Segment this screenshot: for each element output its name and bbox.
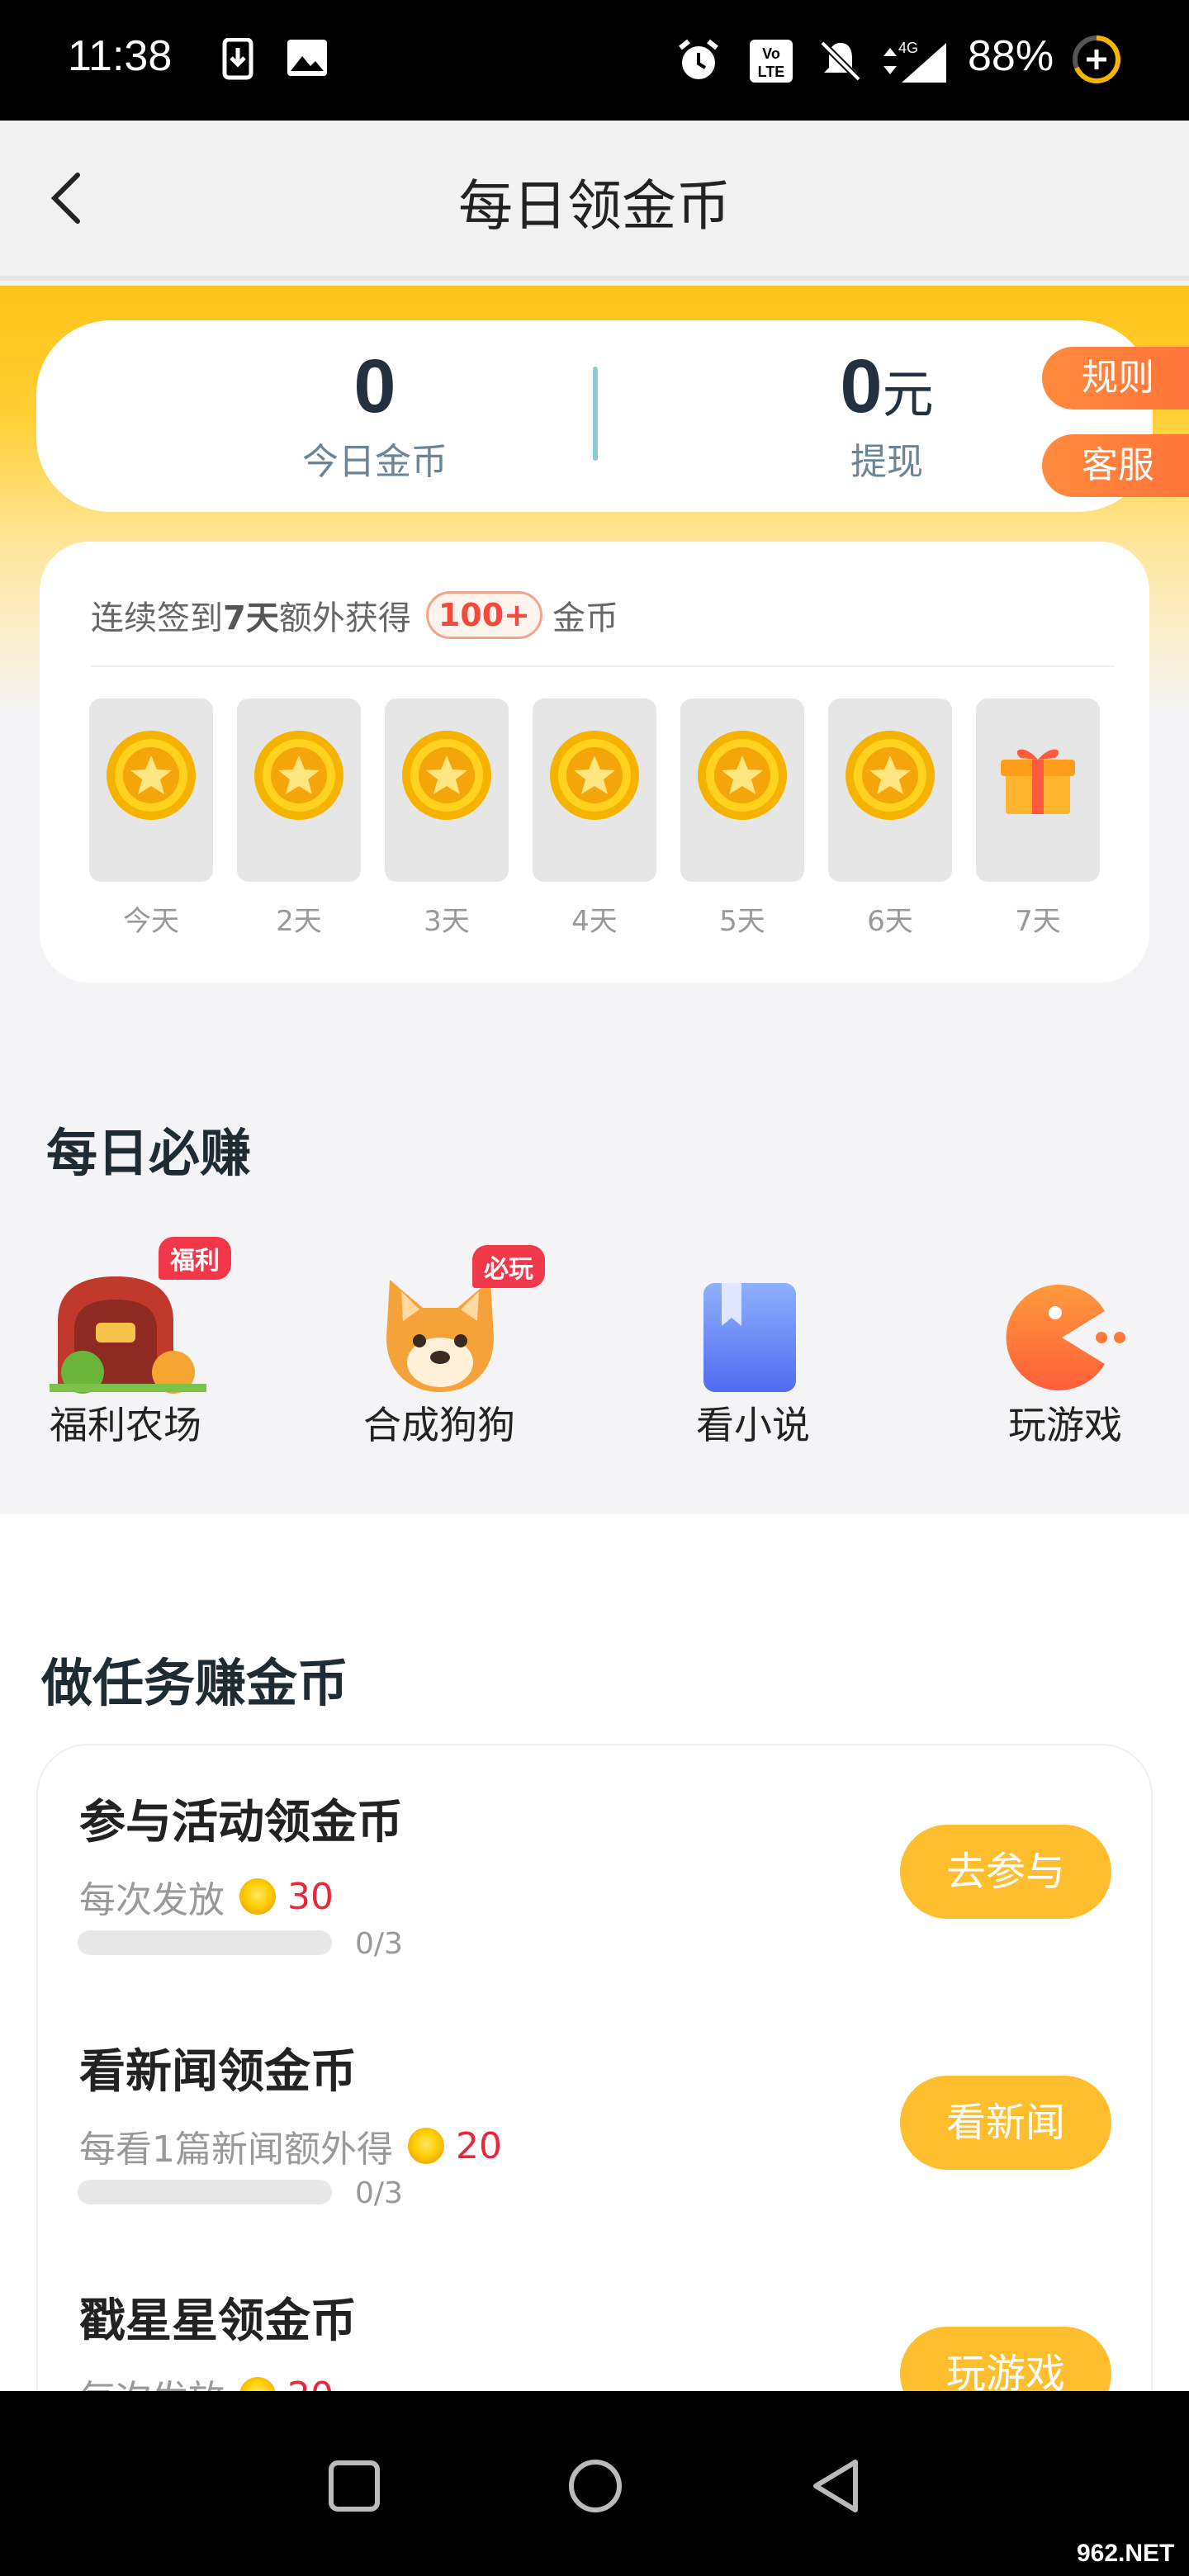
rules-button[interactable]: 规则 xyxy=(1042,347,1189,410)
welfare-tag: 福利 xyxy=(159,1237,231,1280)
checkin-day-label: 6天 xyxy=(867,905,913,938)
svg-text:4G: 4G xyxy=(898,40,918,56)
checkin-day-2[interactable] xyxy=(237,698,361,882)
checkin-day-label: 今天 xyxy=(123,905,179,938)
page-title: 每日领金币 xyxy=(458,174,731,238)
task-progress-text: 0/3 xyxy=(355,2176,403,2210)
task-reward: 每次发放 30 xyxy=(79,1870,403,1923)
barn-icon xyxy=(50,1276,206,1394)
checkin-divider xyxy=(91,665,1115,667)
customer-service-button[interactable]: 客服 xyxy=(1042,434,1189,497)
gold-coin-icon xyxy=(107,731,196,820)
gold-coin-icon xyxy=(846,731,935,820)
checkin-card: 连续签到 7天 额外获得 100+ 金币 今天 2天 3天 4天 5天 6天 7… xyxy=(40,542,1149,983)
gold-coin-icon xyxy=(550,731,639,820)
pacman-icon xyxy=(1006,1285,1125,1390)
coin-icon xyxy=(408,2128,444,2164)
task-name: 看新闻领金币 xyxy=(79,2045,357,2099)
daily-item-label: 合成狗狗 xyxy=(363,1403,515,1447)
checkin-text-a: 连续签到 xyxy=(91,599,223,637)
coin-stats-card: 0 今日金币 0元 提现 xyxy=(36,320,1153,512)
back-icon[interactable] xyxy=(809,2457,864,2515)
withdraw-label: 提现 xyxy=(850,441,923,483)
svg-text:Vo: Vo xyxy=(762,45,780,62)
checkin-text-c: 金币 xyxy=(552,599,619,637)
battery-saver-icon xyxy=(1073,36,1120,83)
checkin-day-label: 2天 xyxy=(276,905,322,938)
checkin-day-label: 7天 xyxy=(1015,905,1061,938)
tasks-section-title: 做任务赚金币 xyxy=(41,1653,349,1713)
cash-unit: 元 xyxy=(882,364,934,424)
read-news-button[interactable]: 看新闻 xyxy=(900,2076,1111,2170)
join-activity-button[interactable]: 去参与 xyxy=(900,1825,1111,1919)
checkin-day-label: 4天 xyxy=(571,905,618,938)
bonus-badge: 100+ xyxy=(425,591,543,639)
task-amount: 30 xyxy=(287,1875,334,1918)
checkin-header: 连续签到 7天 额外获得 100+ 金币 xyxy=(91,591,618,639)
daily-item-label: 玩游戏 xyxy=(1008,1403,1122,1447)
task-reward: 每看1篇新闻额外得 20 xyxy=(79,2119,502,2172)
battery-text: 88% xyxy=(968,32,1054,80)
gift-box-icon xyxy=(1001,749,1075,814)
home-icon[interactable] xyxy=(566,2457,624,2515)
gold-coin-icon xyxy=(402,731,491,820)
alarm-icon xyxy=(679,39,718,79)
task-desc: 每看1篇新闻额外得 xyxy=(79,2129,393,2171)
book-icon xyxy=(703,1283,796,1392)
coin-icon xyxy=(239,1878,276,1915)
status-time: 11:38 xyxy=(68,32,173,80)
today-coins-value: 0 xyxy=(353,344,396,429)
svg-text:LTE: LTE xyxy=(758,64,785,80)
today-coins[interactable]: 0 今日金币 xyxy=(201,343,548,485)
checkin-days-num: 7天 xyxy=(223,599,279,637)
task-amount: 20 xyxy=(456,2124,502,2167)
task-progress-text: 0/3 xyxy=(355,1927,403,1961)
must-play-tag: 必玩 xyxy=(472,1245,545,1288)
daily-section-title: 每日必赚 xyxy=(46,1123,252,1183)
daily-item-label: 看小说 xyxy=(696,1403,810,1447)
task-desc: 每次发放 xyxy=(79,1879,225,1921)
watermark-logo: 962.NET xyxy=(1077,2540,1175,2567)
checkin-day-1[interactable] xyxy=(89,698,213,882)
today-coins-label: 今日金币 xyxy=(302,441,448,483)
checkin-day-3[interactable] xyxy=(385,698,509,882)
image-icon xyxy=(287,40,327,76)
task-item: 参与活动领金币 每次发放 30 xyxy=(79,1785,403,1923)
gold-coin-icon xyxy=(254,731,343,820)
daily-item-label: 福利农场 xyxy=(50,1403,201,1447)
checkin-day-4[interactable] xyxy=(533,698,656,882)
download-icon xyxy=(222,38,253,80)
checkin-day-label: 3天 xyxy=(424,905,470,938)
checkin-day-5[interactable] xyxy=(680,698,804,882)
stats-divider xyxy=(593,367,598,461)
nav-bar: 每日领金币 xyxy=(0,121,1189,281)
task-name: 戳星星领金币 xyxy=(79,2294,357,2348)
task-progress-bar xyxy=(78,2180,332,2204)
system-nav-bar: 962.NET xyxy=(0,2391,1189,2576)
dog-icon xyxy=(386,1280,494,1392)
status-bar: 11:38 Vo LTE 4G 88% xyxy=(0,0,1189,121)
checkin-day-7[interactable] xyxy=(976,698,1100,882)
cash-value: 0 xyxy=(840,344,883,429)
task-progress-bar xyxy=(78,1930,332,1955)
volte-icon: Vo LTE xyxy=(750,40,793,83)
recents-icon[interactable] xyxy=(327,2459,381,2513)
gold-coin-icon xyxy=(698,731,787,820)
mute-icon xyxy=(820,40,861,82)
checkin-text-b: 额外获得 xyxy=(278,599,411,637)
signal-icon: 4G xyxy=(883,40,946,83)
withdraw-cash[interactable]: 0元 提现 xyxy=(713,343,1060,485)
task-name: 参与活动领金币 xyxy=(79,1796,403,1849)
task-item: 看新闻领金币 每看1篇新闻额外得 20 xyxy=(79,2034,502,2172)
checkin-day-label: 5天 xyxy=(719,905,765,938)
checkin-day-6[interactable] xyxy=(828,698,952,882)
